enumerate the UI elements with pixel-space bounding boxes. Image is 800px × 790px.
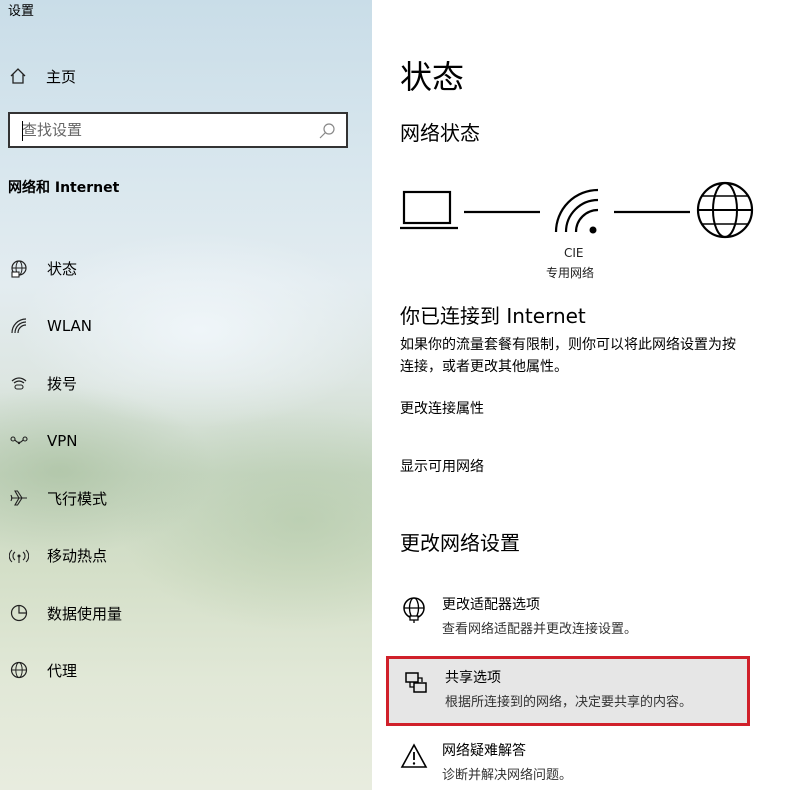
main-content: 状态 网络状态 CIE 专用网络 你已连接到 Internet 如果你的流量套餐…	[372, 0, 800, 790]
sidebar-item-status[interactable]: 状态	[8, 240, 348, 297]
home-label: 主页	[46, 67, 77, 86]
sidebar-item-label: 数据使用量	[47, 604, 123, 623]
adapter-globe-icon	[400, 596, 428, 624]
laptop-icon	[400, 190, 458, 230]
sidebar-item-label: WLAN	[47, 317, 93, 336]
sidebar-item-vpn[interactable]: VPN	[8, 412, 348, 469]
sidebar: 设置 主页 网络和 Internet 状态 WLAN	[0, 0, 372, 790]
sharing-options[interactable]: 共享选项 根据所连接到的网络，决定要共享的内容。	[386, 656, 750, 726]
sidebar-item-label: VPN	[47, 431, 78, 450]
change-connection-properties-link[interactable]: 更改连接属性	[400, 398, 484, 418]
sidebar-item-wlan[interactable]: WLAN	[8, 297, 348, 354]
sidebar-item-data-usage[interactable]: 数据使用量	[8, 584, 348, 641]
network-name: CIE	[564, 246, 584, 260]
vpn-icon	[8, 430, 30, 452]
network-type: 专用网络	[546, 266, 595, 280]
description-line: 如果你的流量套餐有限制，则你可以将此网络设置为按	[400, 337, 736, 353]
sidebar-item-dialup[interactable]: 拨号	[8, 355, 348, 412]
network-status-heading: 网络状态	[400, 121, 480, 145]
dialup-icon	[8, 372, 30, 394]
data-usage-icon	[8, 602, 30, 624]
network-diagram	[400, 181, 754, 239]
wifi-icon	[554, 188, 599, 234]
sidebar-item-proxy[interactable]: 代理	[8, 642, 348, 699]
option-description: 根据所连接到的网络，决定要共享的内容。	[445, 695, 693, 710]
sidebar-item-hotspot[interactable]: 移动热点	[8, 527, 348, 584]
option-title: 网络疑难解答	[442, 743, 526, 759]
sidebar-item-label: 拨号	[47, 374, 78, 393]
search-icon[interactable]	[318, 122, 336, 144]
search-input[interactable]	[10, 120, 314, 140]
sidebar-item-label: 移动热点	[47, 547, 108, 566]
metered-description: 如果你的流量套餐有限制，则你可以将此网络设置为按 连接，或者更改其他属性。	[400, 334, 800, 378]
airplane-icon	[8, 487, 30, 509]
home-icon	[8, 66, 28, 86]
warning-icon	[400, 742, 428, 770]
home-nav-item[interactable]: 主页	[8, 64, 76, 88]
proxy-globe-icon	[8, 659, 30, 681]
internet-globe-icon	[696, 181, 754, 239]
wifi-icon	[8, 315, 30, 337]
sidebar-item-label: 代理	[47, 661, 78, 680]
app-title: 设置	[8, 4, 35, 19]
sidebar-nav: 状态 WLAN 拨号 VPN 飞行模式 移动热点 数据使用量 代理	[8, 240, 348, 699]
sharing-icon	[403, 669, 431, 697]
change-network-settings-heading: 更改网络设置	[400, 531, 520, 555]
option-title: 更改适配器选项	[442, 597, 540, 613]
description-line: 连接，或者更改其他属性。	[400, 359, 568, 375]
option-description: 诊断并解决网络问题。	[442, 768, 573, 783]
hotspot-icon	[8, 545, 30, 567]
option-description: 查看网络适配器并更改连接设置。	[442, 622, 638, 637]
network-troubleshooter[interactable]: 网络疑难解答 诊断并解决网络问题。	[386, 732, 750, 790]
sidebar-item-airplane-mode[interactable]: 飞行模式	[8, 470, 348, 527]
page-title: 状态	[400, 58, 465, 96]
search-box[interactable]	[8, 112, 348, 148]
connection-status: 你已连接到 Internet	[400, 304, 586, 328]
text-caret	[22, 121, 23, 141]
option-title: 共享选项	[445, 670, 501, 686]
change-adapter-options[interactable]: 更改适配器选项 查看网络适配器并更改连接设置。	[386, 586, 750, 656]
show-available-networks-link[interactable]: 显示可用网络	[400, 456, 484, 476]
section-header: 网络和 Internet	[8, 180, 120, 196]
status-globe-icon	[8, 258, 30, 280]
sidebar-item-label: 状态	[47, 260, 78, 279]
sidebar-item-label: 飞行模式	[47, 489, 108, 508]
